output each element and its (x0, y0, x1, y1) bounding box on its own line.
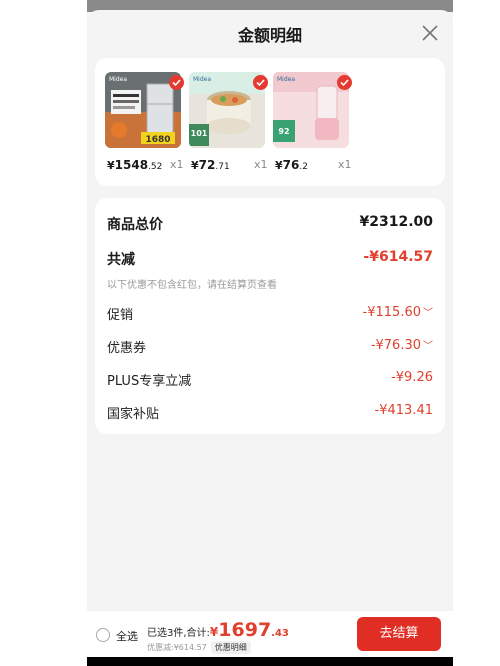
total-reduction-label: 共减 (107, 252, 135, 268)
plus-discount-row: PLUS专享立减 -¥9.26 (107, 370, 433, 390)
svg-text:Midea: Midea (109, 76, 127, 83)
coupon-value: -¥76.30 ﹀ (370, 338, 433, 353)
sheet-title: 金额明细 (237, 26, 302, 45)
svg-text:Midea: Midea (193, 76, 211, 83)
promotion-label: 促销 (107, 308, 134, 323)
discount-summary: 优惠减:¥614.57 优惠明细 (147, 641, 251, 654)
svg-text:92: 92 (278, 127, 289, 136)
promotion-value: -¥115.60 ﹀ (362, 305, 433, 320)
product-quantity: x1 (170, 158, 184, 171)
product-price: ¥76.2 (275, 158, 308, 172)
svg-text:101: 101 (191, 129, 208, 138)
order-summary: 已选3件,合计:¥1697.43 (147, 619, 289, 641)
close-button[interactable] (419, 22, 441, 44)
price-detail-card: 商品总价 ¥2312.00 共减 -¥614.57 以下优惠不包含红包，请在结算… (95, 198, 445, 434)
svg-text:Midea: Midea (277, 76, 295, 83)
total-price-value: ¥2312.00 (359, 214, 433, 230)
product-quantity: x1 (254, 158, 268, 171)
selected-check-icon[interactable] (169, 75, 184, 90)
checkout-bar: 全选 已选3件,合计:¥1697.43 优惠减:¥614.57 优惠明细 去结算 (87, 611, 453, 657)
coupon-label: 优惠券 (107, 341, 147, 356)
subsidy-label: 国家补贴 (107, 407, 160, 422)
total-price-label: 商品总价 (107, 217, 163, 233)
phone-screen: 金额明细 1680 Midea ¥1548.52 x1 101 Midea ¥7… (87, 0, 453, 666)
discount-detail-tag[interactable]: 优惠明细 (210, 641, 251, 654)
total-reduction-value: -¥614.57 (363, 249, 433, 265)
svg-text:1680: 1680 (145, 135, 170, 145)
product-price: ¥72.71 (191, 158, 230, 172)
plus-discount-value: -¥9.26 (391, 370, 433, 385)
selected-count-text: 已选3件,合计: (147, 628, 210, 639)
select-all-label[interactable]: 全选 (116, 628, 138, 644)
checkout-button[interactable]: 去结算 (357, 617, 441, 651)
subsidy-value: -¥413.41 (374, 403, 433, 418)
promotion-row[interactable]: 促销 -¥115.60 ﹀ (107, 304, 433, 324)
chevron-down-icon: ﹀ (423, 308, 433, 319)
products-card: 1680 Midea ¥1548.52 x1 101 Midea ¥72.71 … (95, 58, 445, 186)
total-reduction-row: 共减 -¥614.57 (107, 249, 433, 269)
discount-note: 以下优惠不包含红包，请在结算页查看 (107, 280, 277, 291)
selected-check-icon[interactable] (337, 75, 352, 90)
selected-check-icon[interactable] (253, 75, 268, 90)
total-amount: ¥1697.43 (209, 619, 289, 641)
discount-text: 优惠减:¥614.57 (147, 643, 207, 652)
amount-detail-sheet: 金额明细 1680 Midea ¥1548.52 x1 101 Midea ¥7… (87, 10, 453, 666)
close-icon (422, 25, 438, 41)
subsidy-row: 国家补贴 -¥413.41 (107, 403, 433, 423)
product-price: ¥1548.52 (107, 158, 163, 172)
sheet-header: 金额明细 (87, 10, 453, 56)
chevron-down-icon: ﹀ (423, 341, 433, 352)
product-quantity: x1 (338, 158, 352, 171)
select-all-radio[interactable] (96, 628, 110, 642)
home-indicator-bar (87, 657, 453, 666)
coupon-row[interactable]: 优惠券 -¥76.30 ﹀ (107, 337, 433, 357)
total-price-row: 商品总价 ¥2312.00 (107, 214, 433, 234)
plus-discount-label: PLUS专享立减 (107, 374, 192, 389)
